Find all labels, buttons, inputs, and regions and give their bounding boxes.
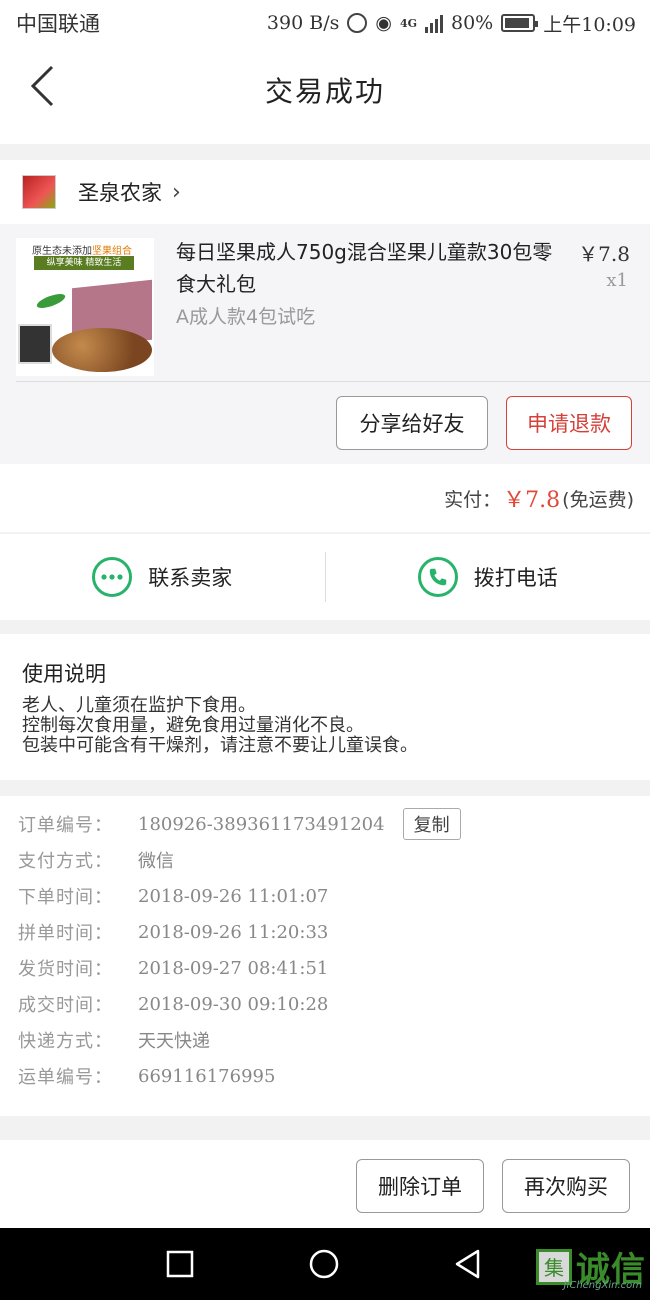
system-nav-bar: 集 诚信 JiChengXin.com [0,1228,650,1300]
order-info-row: 支付方式： 微信 [18,842,650,878]
order-time-value: 2018-09-26 11:01:07 [138,885,329,907]
contact-seller-button[interactable]: 联系卖家 [0,534,325,620]
usage-line: 控制每次食用量，避免食用过量消化不良。 [22,715,364,736]
call-phone-button[interactable]: 拨打电话 [326,534,650,620]
back-button[interactable] [22,64,62,108]
order-info-row: 成交时间： 2018-09-30 09:10:28 [18,986,650,1022]
product-spec: A成人款4包试吃 [176,306,316,328]
tracking-number-value: 669116176995 [138,1065,276,1087]
chevron-left-icon [30,65,54,107]
net-speed: 390 B/s [266,12,340,34]
deal-time-label: 成交时间： [18,995,113,1016]
payment-amount: ￥7.8 [503,488,561,513]
order-info: 订单编号： 180926-389361173491204 复制 支付方式： 微信… [0,796,650,1116]
alarm-icon [347,13,368,33]
usage-line: 包装中可能含有干燥剂，请注意不要让儿童误食。 [22,735,418,756]
buy-again-button[interactable]: 再次购买 [502,1159,630,1213]
back-nav-icon[interactable] [452,1248,484,1280]
product-image: 原生态未添加坚果组合 纵享美味 精致生活 [16,238,154,376]
payment-method-label: 支付方式： [18,851,113,872]
status-bar: 中国联通 390 B/s ◉ 4G 80% 上午10:09 [0,0,650,46]
order-info-row: 订单编号： 180926-389361173491204 复制 [18,806,650,842]
carrier-name: 中国联通 [16,12,100,36]
product-image-slogan: 纵享美味 精致生活 [34,256,134,270]
nav-bar: 交易成功 [0,46,650,144]
ship-time-value: 2018-09-27 08:41:51 [138,957,329,979]
contact-seller-label: 联系卖家 [148,566,233,590]
order-info-row: 发货时间： 2018-09-27 08:41:51 [18,950,650,986]
shop-name: 圣泉农家 [78,181,162,205]
courier-label: 快递方式： [18,1031,113,1052]
order-info-row: 拼单时间： 2018-09-26 11:20:33 [18,914,650,950]
ship-time-label: 发货时间： [18,959,113,980]
shipping-note: (免运费) [562,488,634,511]
page-title: 交易成功 [264,75,385,108]
order-info-row: 下单时间： 2018-09-26 11:01:07 [18,878,650,914]
deal-time-value: 2018-09-30 09:10:28 [138,993,329,1015]
recent-apps-icon[interactable] [164,1248,196,1280]
shop-avatar [22,175,56,209]
nuts-graphic [52,328,152,372]
group-time-value: 2018-09-26 11:20:33 [138,921,329,943]
clock-time: 上午10:09 [543,13,636,36]
home-icon[interactable] [308,1248,340,1280]
courier-value: 天天快递 [138,1031,210,1052]
usage-heading: 使用说明 [22,662,106,686]
battery-percent: 80% [451,12,494,34]
order-info-row: 运单编号： 669116176995 [18,1058,650,1094]
product-item[interactable]: 原生态未添加坚果组合 纵享美味 精致生活 每日坚果成人750g混合坚果儿童款30… [0,224,650,464]
battery-icon [501,14,539,32]
divider [16,381,650,382]
contact-row: 联系卖家 拨打电话 [0,534,650,620]
eye-icon: ◉ [375,12,392,34]
payment-label: 实付： [444,488,502,511]
watermark-subtext: JiChengXin.com [563,1280,642,1291]
status-icons: 390 B/s ◉ 4G 80% 上午10:09 [267,10,636,37]
group-time-label: 拼单时间： [18,923,113,944]
order-number-value: 180926-389361173491204 [138,813,385,835]
product-quantity: x1 [606,270,628,291]
copy-button[interactable]: 复制 [402,808,461,840]
product-price: ￥7.8 [578,242,630,266]
product-image-text: 原生态未添加坚果组合 [32,246,132,257]
order-info-row: 快递方式： 天天快递 [18,1022,650,1058]
payment-method-value: 微信 [138,851,174,872]
chevron-right-icon: › [172,179,181,205]
product-title: 每日坚果成人750g混合坚果儿童款30包零食大礼包 [176,240,553,296]
share-button[interactable]: 分享给好友 [336,396,488,450]
network-type: 4G [399,16,417,30]
payment-summary: 实付： ￥7.8 (免运费) [0,464,650,532]
leaf-decoration [35,291,67,311]
usage-notes: 使用说明 老人、儿童须在监护下食用。 控制每次食用量，避免食用过量消化不良。 包… [0,634,650,780]
order-time-label: 下单时间： [18,887,113,908]
signal-icon [425,13,443,33]
tracking-number-label: 运单编号： [18,1067,113,1088]
order-number-label: 订单编号： [18,815,113,836]
phone-icon [417,557,458,597]
refund-button[interactable]: 申请退款 [506,396,632,450]
bottom-actions: 删除订单 再次购买 [0,1140,650,1228]
usage-line: 老人、儿童须在监护下食用。 [22,695,256,716]
call-phone-label: 拨打电话 [473,566,558,590]
packet-graphic [18,324,52,364]
shop-row[interactable]: 圣泉农家 › [0,160,650,224]
chat-icon [92,557,133,597]
delete-order-button[interactable]: 删除订单 [356,1159,484,1213]
